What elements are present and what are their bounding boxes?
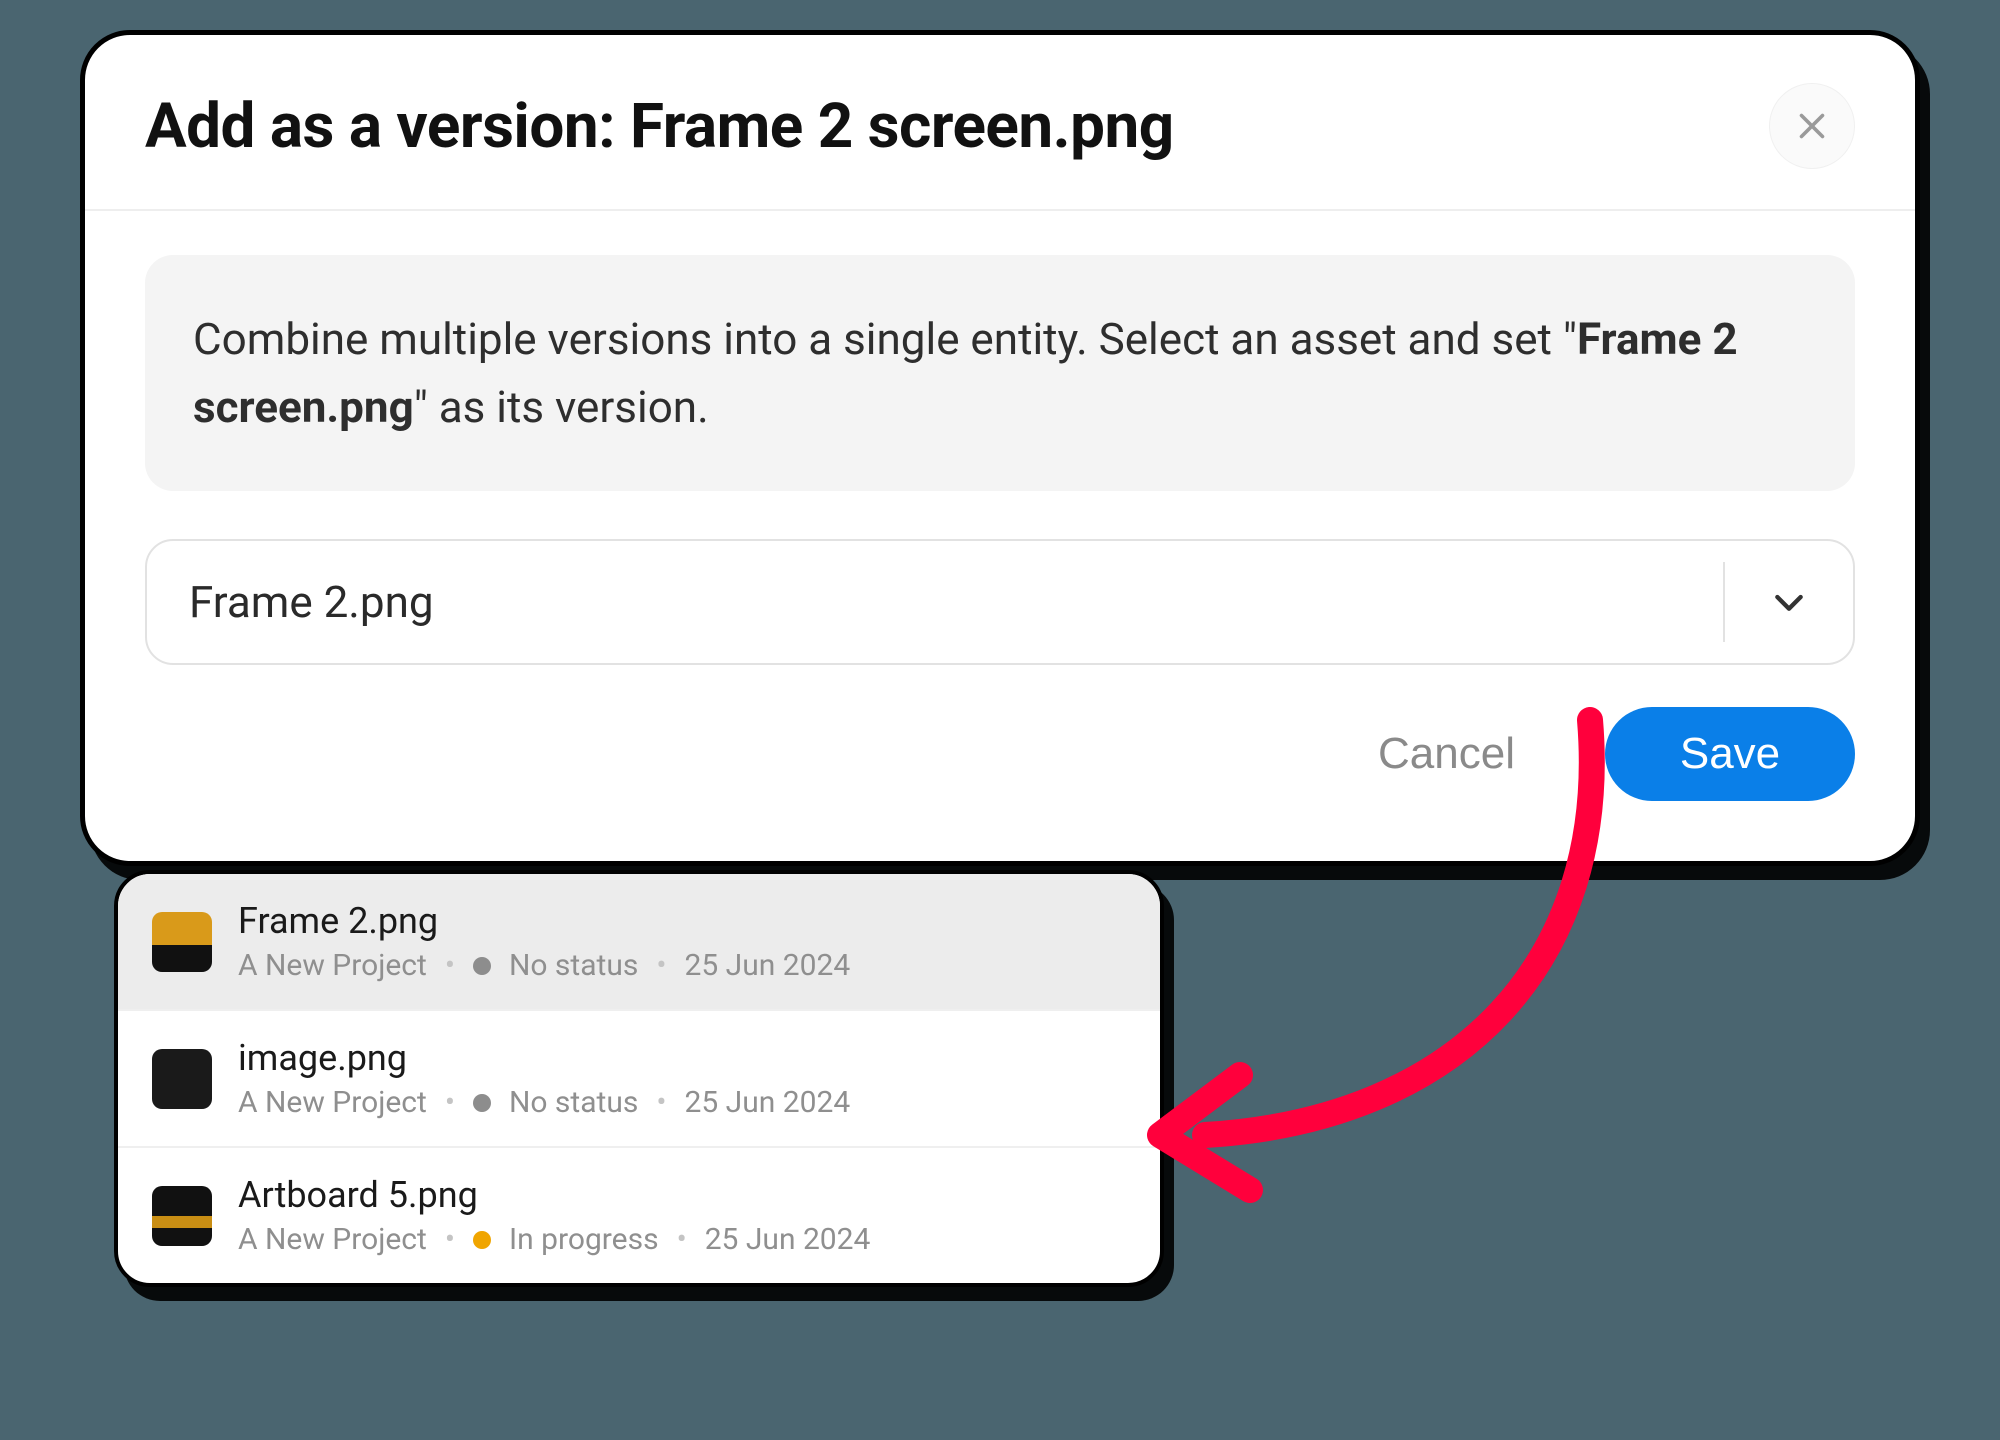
asset-thumbnail	[152, 1186, 212, 1246]
meta-separator: •	[656, 1085, 666, 1120]
asset-select-toggle[interactable]	[1723, 562, 1853, 642]
dropdown-item-text: image.png A New Project • No status • 25 Jun …	[238, 1037, 850, 1120]
dialog-header: Add as a version: Frame 2 screen.png	[85, 35, 1915, 211]
dialog-body: Combine multiple versions into a single …	[85, 211, 1915, 861]
meta-separator: •	[445, 948, 455, 983]
asset-date: 25 Jun 2024	[684, 1085, 850, 1120]
asset-project: A New Project	[238, 1222, 427, 1257]
asset-project: A New Project	[238, 1085, 427, 1120]
asset-date: 25 Jun 2024	[705, 1222, 871, 1257]
asset-project: A New Project	[238, 948, 427, 983]
asset-status: In progress	[509, 1222, 659, 1257]
cancel-button[interactable]: Cancel	[1324, 707, 1569, 801]
status-dot-icon	[473, 1231, 491, 1249]
asset-name: Frame 2.png	[238, 900, 850, 942]
asset-meta: A New Project • In progress • 25 Jun 2024	[238, 1222, 870, 1257]
dropdown-item-text: Frame 2.png A New Project • No status • 25 Ju…	[238, 900, 850, 983]
dropdown-item[interactable]: Frame 2.png A New Project • No status • 25 Ju…	[118, 874, 1160, 1011]
meta-separator: •	[677, 1222, 687, 1257]
asset-thumbnail	[152, 912, 212, 972]
close-icon	[1794, 108, 1830, 144]
asset-meta: A New Project • No status • 25 Jun 2024	[238, 1085, 850, 1120]
dropdown-item-text: Artboard 5.png A New Project • In progress •…	[238, 1174, 870, 1257]
asset-name: image.png	[238, 1037, 850, 1079]
meta-separator: •	[445, 1085, 455, 1120]
asset-select-value: Frame 2.png	[189, 576, 1723, 628]
status-dot-icon	[473, 1094, 491, 1112]
status-dot-icon	[473, 957, 491, 975]
info-box: Combine multiple versions into a single …	[145, 255, 1855, 491]
dropdown-item[interactable]: Artboard 5.png A New Project • In progress •…	[118, 1148, 1160, 1283]
asset-thumbnail	[152, 1049, 212, 1109]
info-text-suffix: " as its version.	[414, 381, 709, 433]
chevron-down-icon	[1769, 582, 1809, 622]
meta-separator: •	[656, 948, 666, 983]
meta-separator: •	[445, 1222, 455, 1257]
asset-dropdown[interactable]: Frame 2.png A New Project • No status • 25 Ju…	[114, 870, 1164, 1287]
dialog-title: Add as a version: Frame 2 screen.png	[145, 90, 1174, 163]
dialog-actions: Cancel Save	[145, 707, 1855, 801]
asset-status: No status	[509, 1085, 638, 1120]
asset-select[interactable]: Frame 2.png	[145, 539, 1855, 665]
asset-name: Artboard 5.png	[238, 1174, 870, 1216]
asset-status: No status	[509, 948, 638, 983]
add-version-dialog: Add as a version: Frame 2 screen.png Com…	[80, 30, 1920, 866]
asset-date: 25 Jun 2024	[684, 948, 850, 983]
asset-meta: A New Project • No status • 25 Jun 2024	[238, 948, 850, 983]
save-button[interactable]: Save	[1605, 707, 1855, 801]
dropdown-item[interactable]: image.png A New Project • No status • 25 Jun …	[118, 1011, 1160, 1148]
close-button[interactable]	[1769, 83, 1855, 169]
info-text-prefix: Combine multiple versions into a single …	[193, 313, 1577, 365]
